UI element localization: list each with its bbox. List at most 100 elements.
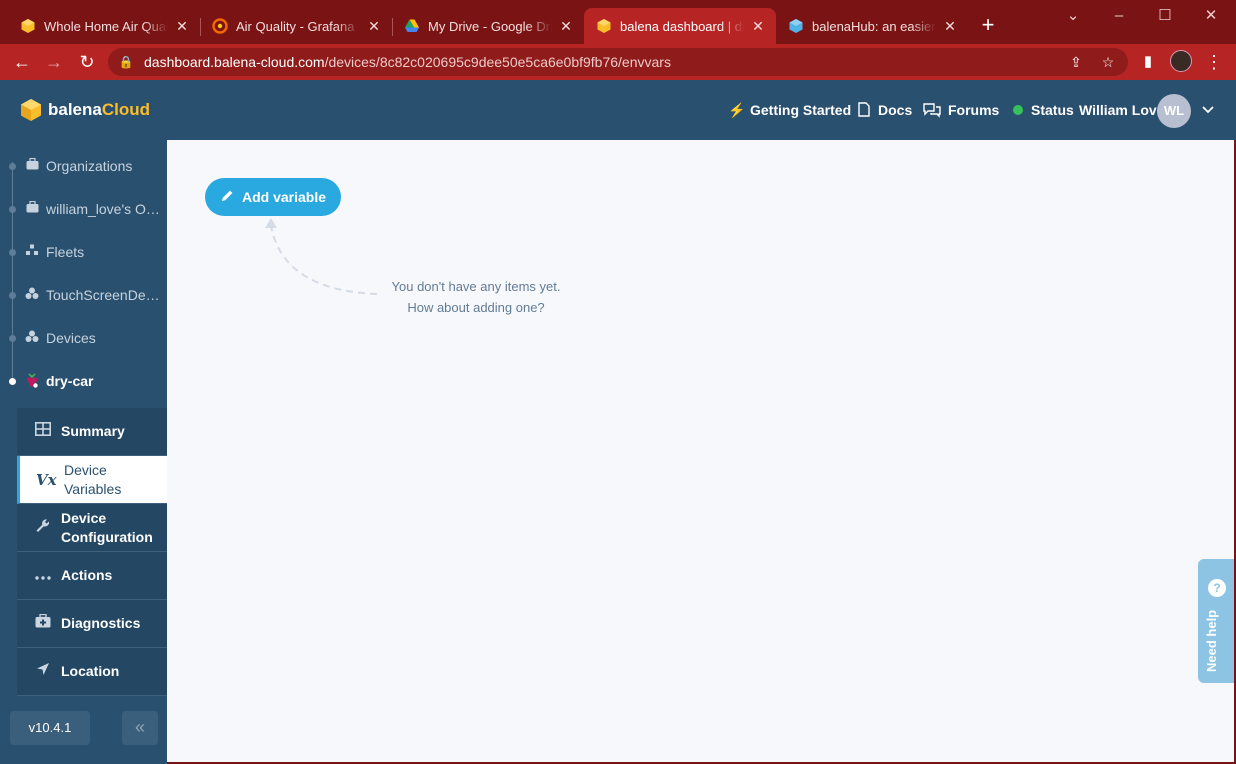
breadcrumb-label: Devices — [46, 330, 96, 346]
version-badge: v10.4.1 — [10, 711, 90, 745]
bookmark-star-icon[interactable]: ☆ — [1099, 53, 1117, 71]
kebab-menu-icon[interactable]: ⋮ — [1204, 50, 1224, 74]
lock-icon: 🔒 — [118, 55, 134, 69]
sidebar: Organizations william_love's Organizatio… — [0, 140, 167, 764]
nav-label: Actions — [61, 567, 113, 583]
tab-search-chevron-icon[interactable]: ⌄ — [1050, 6, 1096, 26]
balena-cube-icon — [20, 18, 36, 34]
wrench-icon — [33, 518, 53, 538]
close-icon[interactable]: ✕ — [750, 18, 766, 34]
breadcrumb-label: william_love's Organization — [46, 201, 163, 217]
status-dot-icon — [1013, 105, 1023, 115]
location-arrow-icon — [33, 662, 53, 682]
nav-summary[interactable]: Summary — [17, 408, 167, 456]
forums-label: Forums — [948, 102, 1000, 118]
nav-diagnostics[interactable]: Diagnostics — [17, 600, 167, 648]
fleet-icon — [24, 244, 40, 260]
breadcrumb-devices[interactable]: Devices — [0, 326, 167, 350]
status-link[interactable]: Status — [1013, 100, 1074, 120]
collapse-sidebar-icon[interactable]: « — [122, 711, 158, 745]
first-aid-icon — [33, 613, 53, 634]
close-icon[interactable]: ✕ — [558, 18, 574, 34]
breadcrumb-organization[interactable]: william_love's Organization — [0, 197, 167, 221]
breadcrumb-organizations[interactable]: Organizations — [0, 154, 167, 178]
breadcrumb-fleets[interactable]: Fleets — [0, 240, 167, 264]
browser-tab-5[interactable]: balenaHub: an easier way ✕ — [776, 8, 968, 44]
devices-icon — [24, 330, 40, 346]
breadcrumb-dot — [9, 248, 16, 256]
user-avatar[interactable]: WL — [1157, 94, 1191, 128]
table-icon — [33, 421, 53, 442]
device-nav-menu: Summary Vx Device Variables Device Confi… — [17, 408, 167, 696]
url-path: /devices/8c82c020695c9dee50e5ca6e0bf9fb7… — [324, 54, 671, 70]
balena-logo-cube-icon — [21, 99, 41, 121]
breadcrumb-fleet[interactable]: TouchScreenDevice — [0, 283, 167, 307]
breadcrumb-dot — [9, 334, 16, 342]
address-bar[interactable]: 🔒 dashboard.balena-cloud.com/devices/8c8… — [108, 48, 1128, 76]
bolt-icon: ⚡ — [728, 102, 746, 118]
document-icon — [856, 102, 872, 118]
need-help-widget[interactable]: ? Need help — [1198, 559, 1236, 683]
back-arrow-icon[interactable]: ← — [10, 50, 34, 74]
new-tab-plus-icon[interactable]: + — [976, 14, 1000, 38]
close-icon[interactable]: ✕ — [366, 18, 382, 34]
user-name-label: William Love — [1079, 102, 1165, 118]
nav-label: Diagnostics — [61, 615, 141, 631]
google-drive-icon — [404, 18, 420, 34]
browser-tab-1[interactable]: Whole Home Air Quality ✕ — [8, 8, 201, 44]
main-content: Add variable You don't have any items ye… — [167, 140, 1234, 762]
add-variable-button[interactable]: Add variable — [205, 178, 341, 216]
tab-title: balena dashboard | dry-car — [620, 18, 744, 34]
need-help-label: Need help — [1204, 609, 1219, 673]
maximize-icon[interactable]: ☐ — [1142, 6, 1188, 26]
close-icon[interactable]: ✕ — [942, 18, 958, 34]
minimize-icon[interactable]: – — [1096, 6, 1142, 26]
empty-state-line1: You don't have any items yet. — [391, 279, 561, 294]
url-host: dashboard.balena-cloud.com — [144, 54, 325, 70]
breadcrumb-label: dry-car — [46, 373, 94, 389]
help-question-icon: ? — [1208, 579, 1226, 597]
logo-text-balena: balena — [48, 100, 102, 119]
grafana-icon — [212, 18, 228, 34]
browser-tab-2[interactable]: Air Quality - Grafana ✕ — [200, 8, 393, 44]
getting-started-link[interactable]: ⚡ Getting Started — [728, 100, 851, 120]
nav-device-variables[interactable]: Vx Device Variables — [17, 456, 167, 504]
forums-link[interactable]: Forums — [922, 100, 999, 120]
nav-label: Device Configuration — [61, 509, 153, 545]
breadcrumb-device-current[interactable]: dry-car — [0, 369, 167, 393]
breadcrumb-label: Fleets — [46, 244, 85, 260]
chevron-down-icon[interactable] — [1200, 102, 1216, 118]
docs-link[interactable]: Docs — [856, 100, 912, 120]
tab-title: Whole Home Air Quality — [44, 18, 168, 34]
profile-avatar[interactable] — [1170, 50, 1192, 72]
briefcase-icon — [24, 200, 40, 217]
empty-state-arrow-icon — [265, 218, 378, 295]
nav-location[interactable]: Location — [17, 648, 167, 696]
breadcrumb-label: Organizations — [46, 158, 133, 174]
window-close-icon[interactable]: ✕ — [1188, 6, 1234, 26]
reload-icon[interactable]: ↻ — [75, 50, 99, 74]
nav-actions[interactable]: Actions — [17, 552, 167, 600]
status-label: Status — [1031, 102, 1074, 118]
close-icon[interactable]: ✕ — [174, 18, 190, 34]
docs-label: Docs — [878, 102, 913, 118]
breadcrumb-dot — [9, 162, 16, 170]
fleet-cubes-icon — [24, 287, 40, 303]
breadcrumb-dot — [9, 377, 16, 385]
browser-tab-bar: Whole Home Air Quality ✕ Air Quality - G… — [0, 0, 1236, 44]
logo-text-cloud: Cloud — [101, 100, 151, 119]
user-name[interactable]: William Love — [1079, 100, 1164, 120]
browser-tab-3[interactable]: My Drive - Google Drive ✕ — [392, 8, 584, 44]
raspberry-pi-icon — [24, 373, 40, 389]
browser-tab-4-active[interactable]: balena dashboard | dry-car ✕ — [584, 8, 776, 44]
nav-label: Device Variables — [64, 461, 122, 497]
comments-icon — [922, 102, 942, 118]
balena-cloud-logo[interactable]: balena Cloud — [20, 98, 150, 122]
empty-state-message: You don't have any items yet. How about … — [379, 276, 573, 318]
side-panel-icon[interactable]: ▮ — [1136, 50, 1160, 74]
forward-arrow-icon[interactable]: → — [42, 50, 66, 74]
tab-title: Air Quality - Grafana — [236, 18, 355, 34]
breadcrumb-dot — [9, 205, 16, 213]
nav-device-configuration[interactable]: Device Configuration — [17, 504, 167, 552]
share-icon[interactable]: ⇪ — [1067, 53, 1085, 71]
